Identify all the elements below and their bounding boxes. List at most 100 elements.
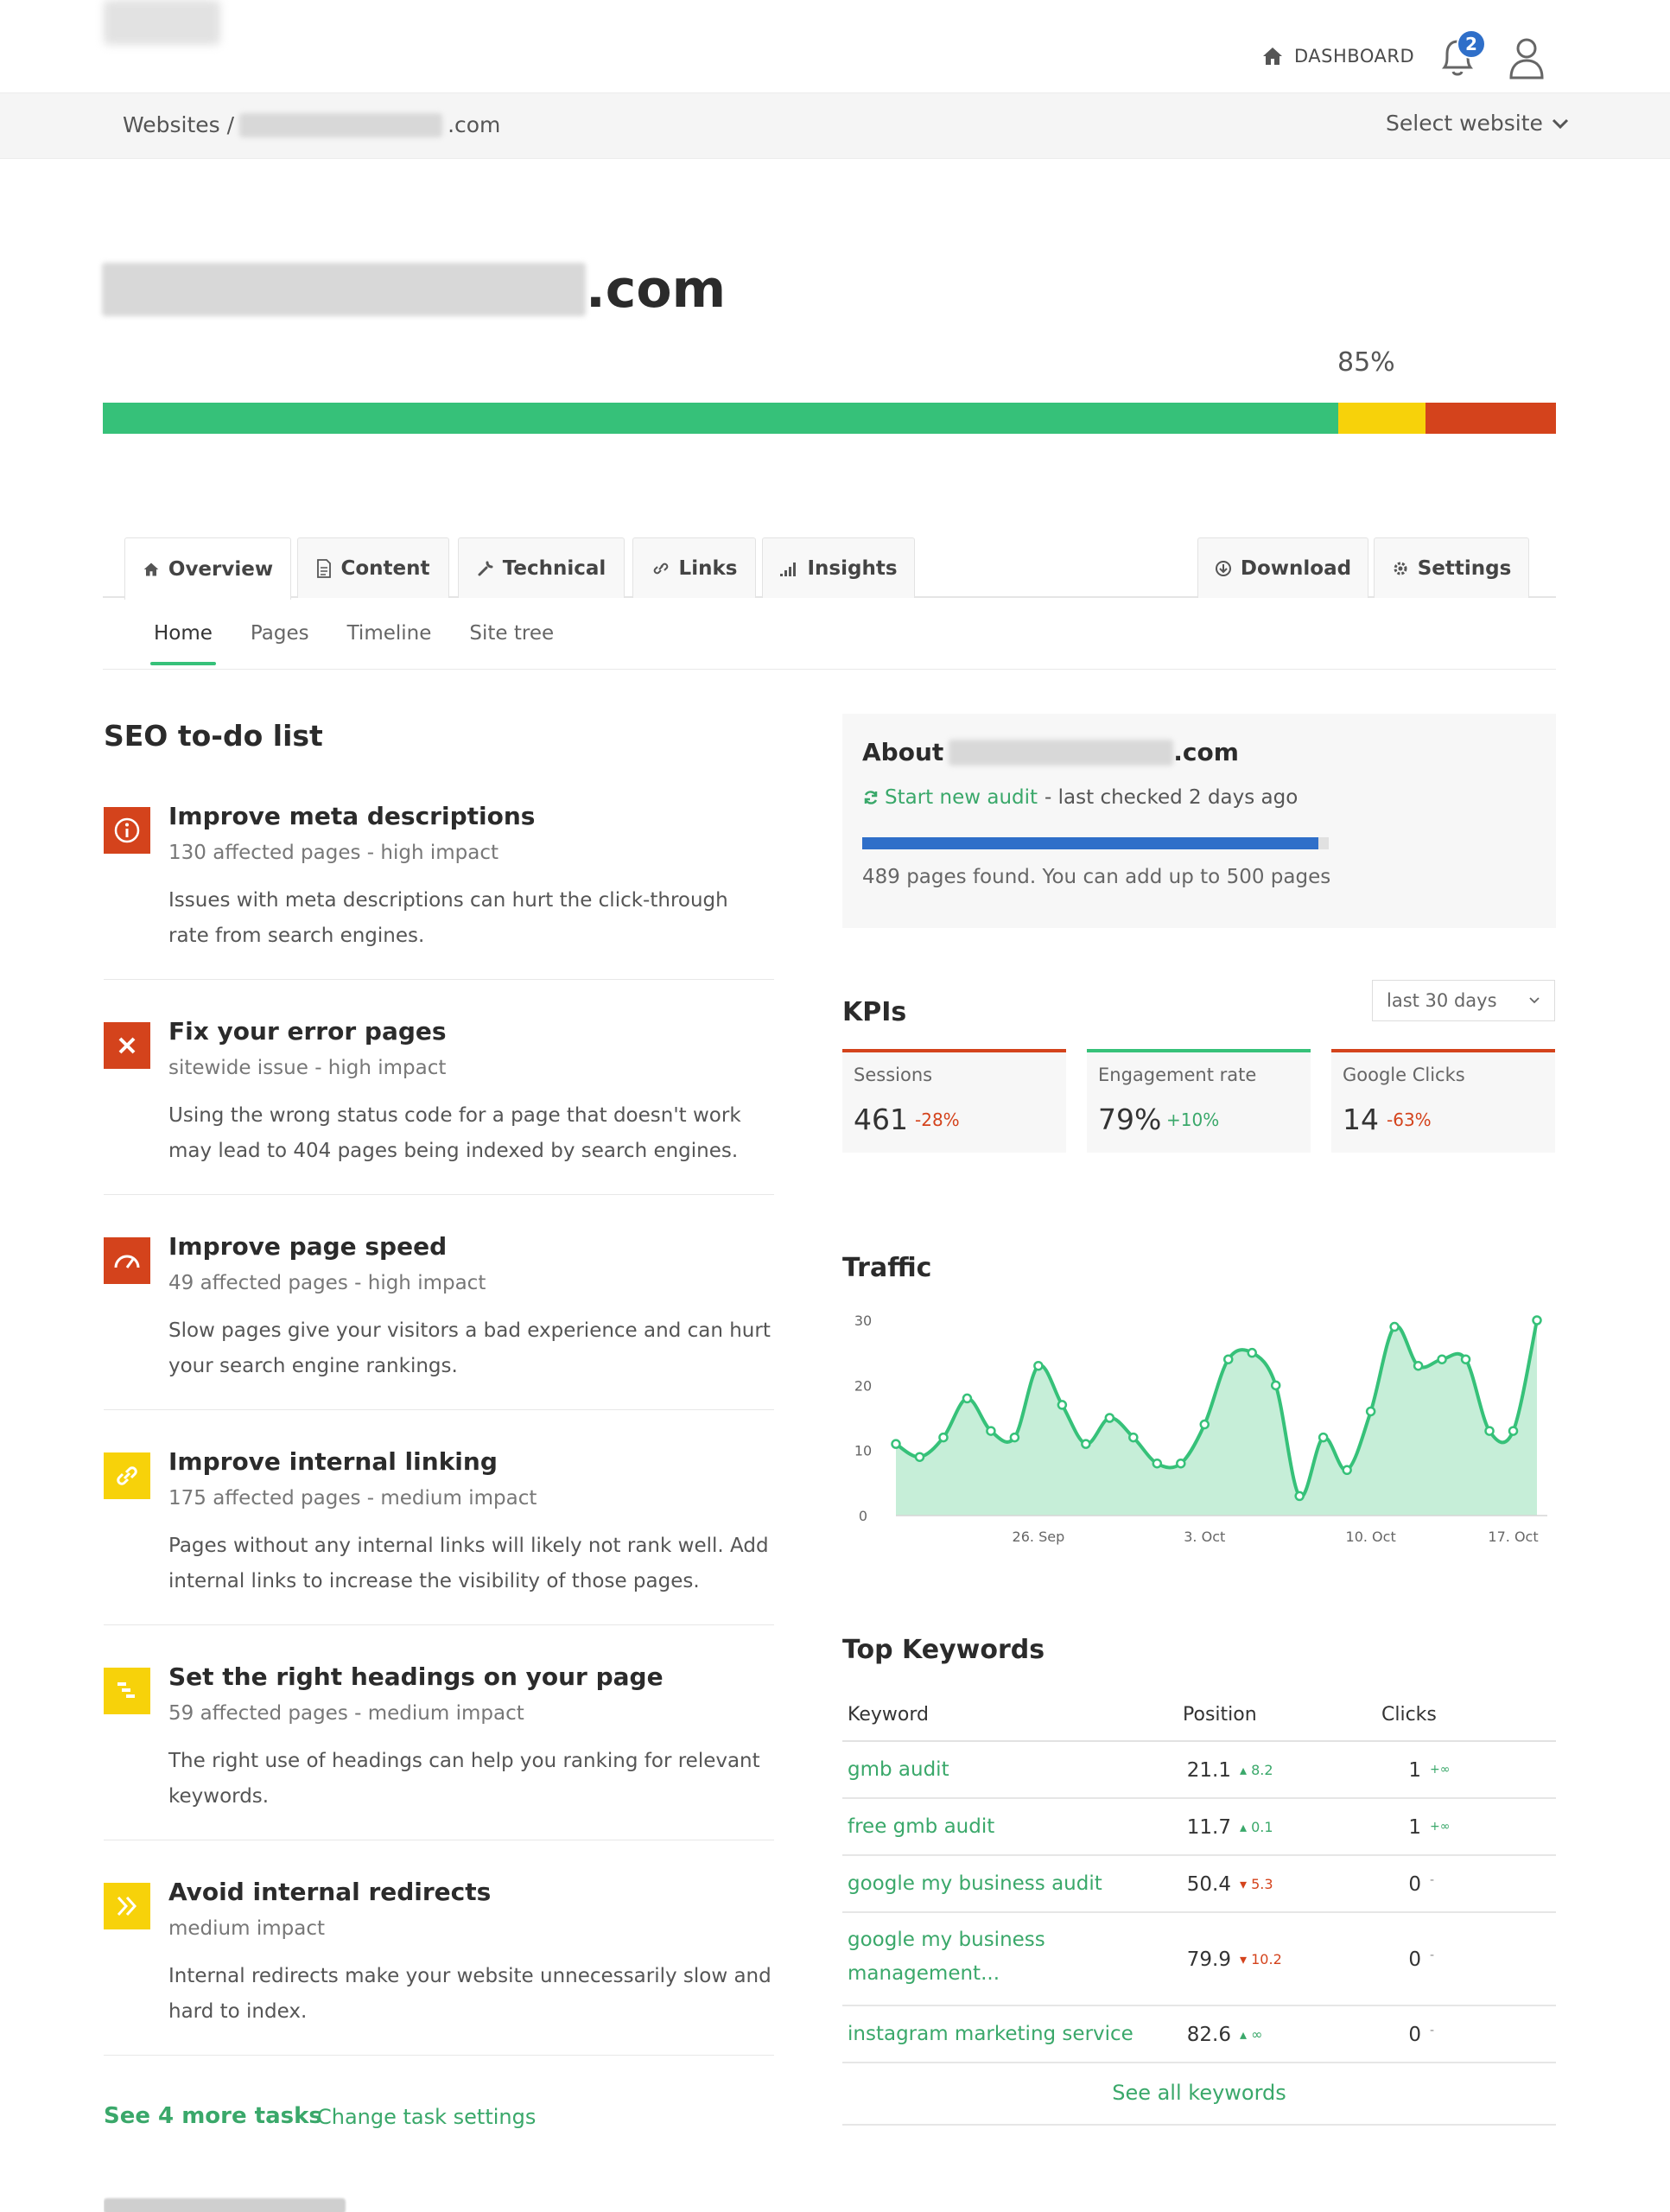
- task-description: Pages without any internal links will li…: [168, 1535, 769, 1592]
- double-chevron-icon: [104, 1883, 150, 1929]
- refresh-icon: [864, 791, 878, 804]
- col-keyword[interactable]: Keyword: [848, 1704, 929, 1726]
- kpi-label: Engagement rate: [1098, 1065, 1257, 1085]
- settings-button[interactable]: Settings: [1374, 537, 1529, 598]
- tab-label: Technical: [502, 556, 606, 580]
- tab-content[interactable]: Content: [297, 537, 449, 598]
- keyword-link[interactable]: free gmb audit: [848, 1810, 994, 1844]
- score-bar: [103, 403, 1556, 434]
- task-title: Improve page speed: [168, 1232, 448, 1261]
- task-description: Using the wrong status code for a page t…: [168, 1104, 741, 1162]
- x-tick-label: 17. Oct: [1488, 1529, 1538, 1545]
- clicks-change: -: [1430, 1873, 1435, 1887]
- subnav: Home Pages Timeline Site tree: [150, 622, 554, 665]
- data-point: [1508, 1426, 1519, 1436]
- score-bar-good: [103, 403, 1338, 434]
- table-row[interactable]: google my business management... 79.9 ▾ …: [842, 1913, 1556, 2006]
- subnav-home[interactable]: Home: [150, 622, 216, 665]
- pages-progress-bar: [862, 837, 1329, 849]
- x-icon: [104, 1022, 150, 1069]
- tab-label: Content: [340, 556, 430, 580]
- position-change: ▴ ∞: [1240, 2026, 1263, 2043]
- task-subtitle: sitewide issue - high impact: [168, 1057, 447, 1079]
- score-bar-warning: [1337, 403, 1426, 434]
- table-row[interactable]: free gmb audit 11.7 ▴ 0.1 1 +∞: [842, 1799, 1556, 1856]
- tab-overview[interactable]: Overview: [124, 537, 291, 600]
- keyword-link[interactable]: google my business audit: [848, 1867, 1102, 1901]
- divider: [104, 2055, 774, 2056]
- table-row[interactable]: google my business audit 50.4 ▾ 5.3 0 -: [842, 1856, 1556, 1913]
- see-more-tasks-link[interactable]: See 4 more tasks: [104, 2103, 322, 2129]
- data-point: [1460, 1354, 1471, 1364]
- kpi-change: +10%: [1166, 1109, 1220, 1130]
- link-icon: [104, 1452, 150, 1499]
- data-point: [1152, 1458, 1163, 1469]
- change-task-settings-link[interactable]: Change task settings: [317, 2105, 536, 2129]
- settings-label: Settings: [1417, 556, 1512, 580]
- task-title: Improve meta descriptions: [168, 802, 536, 830]
- keyword-link[interactable]: google my business management...: [848, 1923, 1072, 1991]
- kpi-card-sessions: Sessions 461 -28%: [842, 1049, 1066, 1153]
- subnav-pages[interactable]: Pages: [251, 622, 309, 665]
- tab-technical[interactable]: Technical: [458, 537, 625, 598]
- divider: [104, 979, 774, 980]
- breadcrumb-root[interactable]: Websites /: [123, 112, 234, 137]
- about-heading: About .com: [862, 738, 1239, 766]
- pages-found-text: 489 pages found. You can add up to 500 p…: [862, 866, 1331, 888]
- user-icon[interactable]: [1505, 33, 1548, 81]
- start-audit-link[interactable]: Start new audit: [862, 786, 1038, 809]
- date-range-select[interactable]: last 30 days: [1372, 980, 1555, 1021]
- info-icon: [104, 807, 150, 854]
- speedometer-icon: [104, 1237, 150, 1284]
- subnav-site-tree[interactable]: Site tree: [469, 622, 554, 665]
- col-position[interactable]: Position: [1183, 1704, 1257, 1726]
- data-point: [1128, 1432, 1139, 1443]
- keyword-clicks: 1: [1408, 1759, 1421, 1782]
- last-checked: - last checked 2 days ago: [1045, 786, 1299, 809]
- data-point: [1532, 1315, 1542, 1325]
- task-title: Improve internal linking: [168, 1447, 498, 1476]
- data-point: [1342, 1465, 1352, 1476]
- score-bar-error: [1425, 403, 1556, 434]
- data-point: [1484, 1426, 1495, 1436]
- audit-status: Start new audit - last checked 2 days ag…: [862, 786, 1298, 809]
- cut-off-section: [104, 2195, 778, 2212]
- data-point: [1104, 1413, 1115, 1423]
- logo[interactable]: [104, 0, 220, 45]
- download-button[interactable]: Download: [1197, 537, 1368, 598]
- x-tick-label: 10. Oct: [1346, 1529, 1396, 1545]
- kpi-indicator: [1087, 1049, 1311, 1052]
- see-all-keywords-link[interactable]: See all keywords: [842, 2081, 1556, 2105]
- tab-links[interactable]: Links: [632, 537, 756, 598]
- home-icon: [1263, 48, 1282, 65]
- select-website-label: Select website: [1386, 111, 1543, 136]
- subnav-timeline[interactable]: Timeline: [347, 622, 432, 665]
- keyword-link[interactable]: instagram marketing service: [848, 2018, 1133, 2051]
- subnav-divider: [103, 669, 1556, 670]
- dashboard-link[interactable]: DASHBOARD: [1261, 41, 1414, 71]
- table-row[interactable]: gmb audit 21.1 ▴ 8.2 1 +∞: [842, 1742, 1556, 1799]
- select-website-dropdown[interactable]: Select website: [1386, 111, 1569, 136]
- data-point: [1247, 1347, 1257, 1358]
- keyword-clicks: 0: [1408, 2024, 1421, 2046]
- data-point: [1057, 1400, 1068, 1410]
- task-title: Set the right headings on your page: [168, 1662, 664, 1691]
- position-change: ▴ 8.2: [1240, 1762, 1273, 1778]
- keyword-clicks: 1: [1408, 1816, 1421, 1839]
- keyword-link[interactable]: gmb audit: [848, 1753, 949, 1787]
- link-icon: [653, 563, 668, 574]
- divider: [842, 2124, 1556, 2126]
- todo-title: SEO to-do list: [104, 719, 323, 753]
- y-tick-label: 30: [854, 1313, 872, 1329]
- data-point: [1318, 1432, 1329, 1443]
- tab-label: Overview: [168, 557, 274, 581]
- kpi-card-engagement: Engagement rate 79% +10%: [1087, 1049, 1311, 1153]
- chevron-down-icon: [1552, 118, 1568, 129]
- y-tick-label: 10: [854, 1443, 872, 1459]
- task-subtitle: 130 affected pages - high impact: [168, 842, 498, 864]
- about-prefix: About: [862, 738, 944, 766]
- tab-insights[interactable]: Insights: [762, 537, 915, 598]
- table-row[interactable]: instagram marketing service 82.6 ▴ ∞ 0 -: [842, 2006, 1556, 2063]
- col-clicks[interactable]: Clicks: [1381, 1704, 1437, 1726]
- task-title: Avoid internal redirects: [168, 1878, 492, 1906]
